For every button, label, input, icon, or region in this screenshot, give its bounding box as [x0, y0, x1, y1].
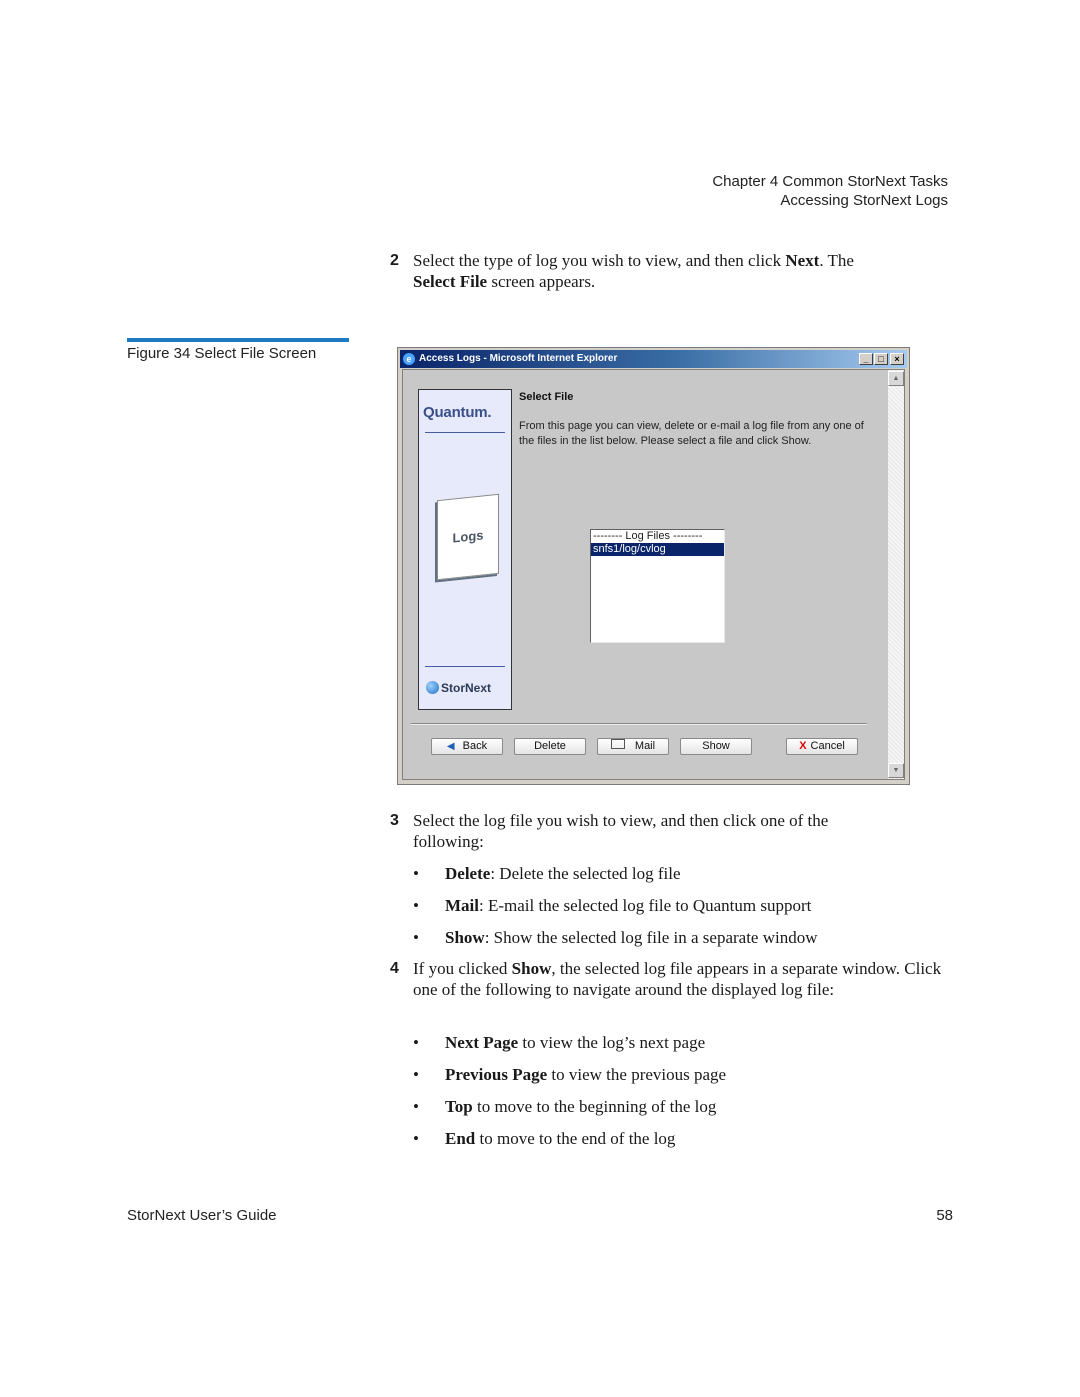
sidebar-divider: [425, 432, 505, 433]
minimize-button[interactable]: _: [859, 353, 873, 365]
window-title: Access Logs - Microsoft Internet Explore…: [419, 353, 618, 364]
cancel-button[interactable]: X Cancel: [786, 738, 858, 755]
step-number: 4: [390, 960, 399, 977]
bullet-icon: •: [413, 1065, 419, 1084]
internet-explorer-icon: e: [403, 353, 415, 365]
window-titlebar[interactable]: e Access Logs - Microsoft Internet Explo…: [400, 350, 907, 368]
vertical-scrollbar[interactable]: ▲ ▼: [888, 370, 904, 779]
bullet-icon: •: [413, 896, 419, 915]
envelope-icon: [610, 739, 625, 749]
logs-card-icon: Logs: [437, 493, 499, 581]
running-header-section: Accessing StorNext Logs: [780, 192, 948, 209]
step-text: Select the type of log you wish to view,…: [413, 251, 854, 291]
back-arrow-icon: ◀: [446, 741, 455, 752]
step-3: 3 Select the log file you wish to view, …: [390, 810, 950, 852]
step-2: 2 Select the type of log you wish to vie…: [390, 250, 950, 292]
step-4: 4 If you clicked Show, the selected log …: [390, 958, 950, 1000]
bullet-icon: •: [413, 1129, 419, 1148]
list-item-selected[interactable]: snfs1/log/cvlog: [591, 543, 724, 556]
show-button[interactable]: Show: [680, 738, 752, 755]
step-number: 3: [390, 812, 399, 829]
step-number: 2: [390, 252, 399, 269]
running-header-chapter: Chapter 4 Common StorNext Tasks: [712, 173, 948, 190]
scroll-up-arrow-icon[interactable]: ▲: [888, 371, 904, 386]
mail-button[interactable]: Mail: [597, 738, 669, 755]
globe-icon: [426, 681, 439, 694]
footer-guide-title: StorNext User’s Guide: [127, 1207, 277, 1224]
bullet-icon: •: [413, 928, 419, 947]
figure-rule: [127, 338, 349, 342]
list-item[interactable]: -------- Log Files --------: [591, 530, 724, 543]
quantum-logo: Quantum.: [423, 404, 492, 421]
back-button[interactable]: ◀ Back: [431, 738, 503, 755]
page-number: 58: [936, 1207, 953, 1224]
select-file-description: From this page you can view, delete or e…: [519, 420, 864, 447]
stornext-logo: StorNext: [426, 681, 491, 695]
bullet-icon: •: [413, 1033, 419, 1052]
maximize-button[interactable]: □: [874, 353, 888, 365]
bullet-icon: •: [413, 1097, 419, 1116]
log-files-listbox[interactable]: -------- Log Files -------- snfs1/log/cv…: [590, 529, 725, 643]
scroll-down-arrow-icon[interactable]: ▼: [888, 763, 904, 778]
figure-caption: Figure 34 Select File Screen: [127, 345, 317, 362]
step-text: Select the log file you wish to view, an…: [413, 811, 829, 851]
bullet-icon: •: [413, 864, 419, 883]
red-x-icon: X: [799, 740, 807, 752]
access-logs-window: e Access Logs - Microsoft Internet Explo…: [397, 347, 910, 785]
browser-content: Quantum. Logs StorNext Select File From …: [402, 369, 905, 780]
select-file-heading: Select File: [519, 391, 574, 403]
sidebar-divider: [425, 666, 505, 667]
close-button[interactable]: ×: [890, 353, 904, 365]
delete-button[interactable]: Delete: [514, 738, 586, 755]
step-text: If you clicked Show, the selected log fi…: [413, 959, 942, 999]
wizard-sidebar: Quantum. Logs StorNext: [418, 389, 512, 710]
button-bar-separator: [411, 723, 867, 725]
